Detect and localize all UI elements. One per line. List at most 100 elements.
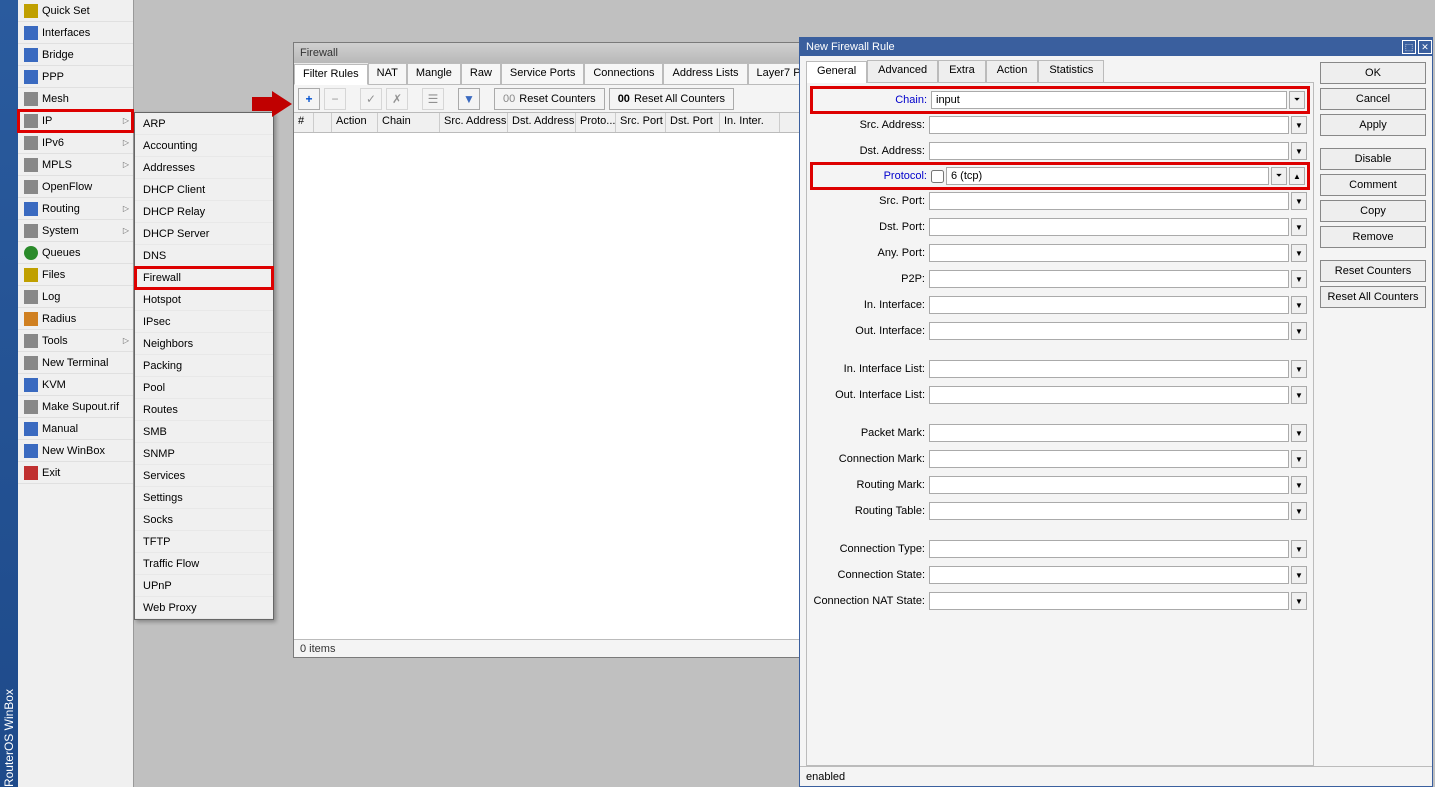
- submenu-item-firewall[interactable]: Firewall: [135, 267, 273, 289]
- dropdown-icon[interactable]: ▼: [1291, 360, 1307, 378]
- column-header[interactable]: [314, 113, 332, 132]
- remove-button[interactable]: Remove: [1320, 226, 1426, 248]
- tab-extra[interactable]: Extra: [938, 60, 986, 82]
- packet-mark-input[interactable]: [929, 424, 1289, 442]
- tab-nat[interactable]: NAT: [368, 63, 407, 84]
- dropdown-icon[interactable]: ▼: [1291, 244, 1307, 262]
- reset-counters-button[interactable]: Reset Counters: [1320, 260, 1426, 282]
- submenu-item-routes[interactable]: Routes: [135, 399, 273, 421]
- menu-item-mesh[interactable]: Mesh: [18, 88, 133, 110]
- submenu-item-dhcp-server[interactable]: DHCP Server: [135, 223, 273, 245]
- tab-address-lists[interactable]: Address Lists: [663, 63, 747, 84]
- menu-item-quick-set[interactable]: Quick Set: [18, 0, 133, 22]
- tab-raw[interactable]: Raw: [461, 63, 501, 84]
- dropdown-icon[interactable]: ▼: [1291, 192, 1307, 210]
- tab-mangle[interactable]: Mangle: [407, 63, 461, 84]
- disable-button[interactable]: Disable: [1320, 148, 1426, 170]
- menu-item-interfaces[interactable]: Interfaces: [18, 22, 133, 44]
- submenu-item-socks[interactable]: Socks: [135, 509, 273, 531]
- tab-statistics[interactable]: Statistics: [1038, 60, 1104, 82]
- dropdown-icon[interactable]: ▼: [1291, 218, 1307, 236]
- dropdown-icon[interactable]: ▼: [1291, 566, 1307, 584]
- dropdown-icon[interactable]: ▼: [1291, 450, 1307, 468]
- routing-mark-input[interactable]: [929, 476, 1289, 494]
- src-address-input[interactable]: [929, 116, 1289, 134]
- column-header[interactable]: In. Inter.: [720, 113, 780, 132]
- column-header[interactable]: Dst. Address: [508, 113, 576, 132]
- comment-button[interactable]: Comment: [1320, 174, 1426, 196]
- submenu-item-accounting[interactable]: Accounting: [135, 135, 273, 157]
- ok-button[interactable]: OK: [1320, 62, 1426, 84]
- protocol-input[interactable]: [946, 167, 1269, 185]
- submenu-item-settings[interactable]: Settings: [135, 487, 273, 509]
- menu-item-files[interactable]: Files: [18, 264, 133, 286]
- firewall-list-body[interactable]: [294, 133, 800, 639]
- connection-nat-state-input[interactable]: [929, 592, 1289, 610]
- close-icon[interactable]: ✕: [1418, 40, 1432, 54]
- submenu-item-snmp[interactable]: SNMP: [135, 443, 273, 465]
- dropdown-icon[interactable]: ▼: [1291, 502, 1307, 520]
- add-button[interactable]: +: [298, 88, 320, 110]
- menu-item-new-terminal[interactable]: New Terminal: [18, 352, 133, 374]
- menu-item-manual[interactable]: Manual: [18, 418, 133, 440]
- column-header[interactable]: #: [294, 113, 314, 132]
- menu-item-routing[interactable]: Routing▷: [18, 198, 133, 220]
- column-header[interactable]: Action: [332, 113, 378, 132]
- dropdown-icon[interactable]: ▼: [1291, 592, 1307, 610]
- submenu-item-hotspot[interactable]: Hotspot: [135, 289, 273, 311]
- dropdown-icon[interactable]: ▼: [1291, 296, 1307, 314]
- menu-item-ip[interactable]: IP▷: [18, 110, 133, 132]
- dropdown-icon[interactable]: ⏷: [1289, 91, 1305, 109]
- dst-port-input[interactable]: [929, 218, 1289, 236]
- connection-state-input[interactable]: [929, 566, 1289, 584]
- collapse-icon[interactable]: ▲: [1289, 167, 1305, 185]
- tab-connections[interactable]: Connections: [584, 63, 663, 84]
- submenu-item-neighbors[interactable]: Neighbors: [135, 333, 273, 355]
- menu-item-log[interactable]: Log: [18, 286, 133, 308]
- dropdown-icon[interactable]: ▼: [1291, 424, 1307, 442]
- dropdown-icon[interactable]: ⏷: [1271, 167, 1287, 185]
- submenu-item-services[interactable]: Services: [135, 465, 273, 487]
- apply-button[interactable]: Apply: [1320, 114, 1426, 136]
- column-header[interactable]: Proto...: [576, 113, 616, 132]
- dropdown-icon[interactable]: ▼: [1291, 142, 1307, 160]
- out-interface-input[interactable]: [929, 322, 1289, 340]
- menu-item-openflow[interactable]: OpenFlow: [18, 176, 133, 198]
- submenu-item-dhcp-client[interactable]: DHCP Client: [135, 179, 273, 201]
- column-header[interactable]: Src. Address: [440, 113, 508, 132]
- menu-item-ipv6[interactable]: IPv6▷: [18, 132, 133, 154]
- dropdown-icon[interactable]: ▼: [1291, 386, 1307, 404]
- reset-counters-button[interactable]: 0000 Reset CountersReset Counters: [494, 88, 605, 110]
- menu-item-radius[interactable]: Radius: [18, 308, 133, 330]
- dropdown-icon[interactable]: ▼: [1291, 270, 1307, 288]
- submenu-item-web-proxy[interactable]: Web Proxy: [135, 597, 273, 619]
- menu-item-kvm[interactable]: KVM: [18, 374, 133, 396]
- invert-checkbox[interactable]: [931, 170, 944, 183]
- in-interface-list-input[interactable]: [929, 360, 1289, 378]
- out-interface-list-input[interactable]: [929, 386, 1289, 404]
- submenu-item-pool[interactable]: Pool: [135, 377, 273, 399]
- tab-general[interactable]: General: [806, 61, 867, 83]
- sticky-icon[interactable]: ⬚: [1402, 40, 1416, 54]
- column-header[interactable]: Src. Port: [616, 113, 666, 132]
- dropdown-icon[interactable]: ▼: [1291, 476, 1307, 494]
- connection-type-input[interactable]: [929, 540, 1289, 558]
- submenu-item-traffic-flow[interactable]: Traffic Flow: [135, 553, 273, 575]
- submenu-item-upnp[interactable]: UPnP: [135, 575, 273, 597]
- submenu-item-dns[interactable]: DNS: [135, 245, 273, 267]
- dropdown-icon[interactable]: ▼: [1291, 116, 1307, 134]
- menu-item-queues[interactable]: Queues: [18, 242, 133, 264]
- remove-button[interactable]: −: [324, 88, 346, 110]
- column-header[interactable]: Chain: [378, 113, 440, 132]
- connection-mark-input[interactable]: [929, 450, 1289, 468]
- routing-table-input[interactable]: [929, 502, 1289, 520]
- column-header[interactable]: Dst. Port: [666, 113, 720, 132]
- menu-item-mpls[interactable]: MPLS▷: [18, 154, 133, 176]
- reset-all-counters-button[interactable]: Reset All Counters: [1320, 286, 1426, 308]
- submenu-item-addresses[interactable]: Addresses: [135, 157, 273, 179]
- p2p-input[interactable]: [929, 270, 1289, 288]
- dropdown-icon[interactable]: ▼: [1291, 322, 1307, 340]
- comment-button[interactable]: ☰: [422, 88, 444, 110]
- dialog-titlebar[interactable]: New Firewall Rule ⬚ ✕: [800, 38, 1432, 56]
- any-port-input[interactable]: [929, 244, 1289, 262]
